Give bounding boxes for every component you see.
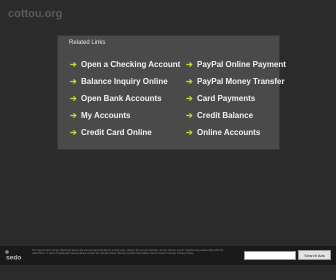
related-link-label: Open a Checking Account	[81, 60, 181, 69]
arrow-right-icon: ➔	[70, 60, 77, 69]
arrow-right-icon: ➔	[70, 128, 77, 137]
related-link-my-accounts[interactable]: ➔ My Accounts	[70, 107, 180, 124]
related-link-balance-inquiry-online[interactable]: ➔ Balance Inquiry Online	[70, 73, 180, 90]
related-link-label: Card Payments	[197, 94, 256, 103]
related-link-open-checking-account[interactable]: ➔ Open a Checking Account	[70, 56, 180, 73]
related-link-open-bank-accounts[interactable]: ➔ Open Bank Accounts	[70, 90, 180, 107]
related-link-paypal-money-transfer[interactable]: ➔ PayPal Money Transfer	[186, 73, 286, 90]
related-link-label: Credit Card Online	[81, 128, 152, 137]
sedo-logo-text: sedo	[6, 255, 21, 262]
arrow-right-icon: ➔	[70, 111, 77, 120]
footer-disclaimer: The Sponsored Listings displayed above a…	[32, 249, 224, 256]
site-title: cottou.org	[8, 8, 63, 20]
related-link-online-accounts[interactable]: ➔ Online Accounts	[186, 124, 286, 141]
arrow-right-icon: ➔	[186, 94, 193, 103]
related-links-panel: Related Links ➔ Open a Checking Account …	[57, 35, 286, 150]
arrow-right-icon: ➔	[70, 94, 77, 103]
search-ads-button[interactable]: Search Ads	[298, 250, 331, 260]
related-link-label: Open Bank Accounts	[81, 94, 162, 103]
related-link-label: Online Accounts	[197, 128, 261, 137]
related-link-credit-card-online[interactable]: ➔ Credit Card Online	[70, 124, 180, 141]
arrow-right-icon: ➔	[186, 111, 193, 120]
related-link-paypal-online-payment[interactable]: ➔ PayPal Online Payment	[186, 56, 286, 73]
search-input[interactable]	[244, 251, 296, 260]
related-link-credit-balance[interactable]: ➔ Credit Balance	[186, 107, 286, 124]
related-links-right-column: ➔ PayPal Online Payment ➔ PayPal Money T…	[186, 56, 286, 141]
arrow-right-icon: ➔	[186, 60, 193, 69]
related-link-label: My Accounts	[81, 111, 131, 120]
related-link-card-payments[interactable]: ➔ Card Payments	[186, 90, 286, 107]
related-link-label: Credit Balance	[197, 111, 254, 120]
related-link-label: PayPal Online Payment	[197, 60, 286, 69]
related-links-left-column: ➔ Open a Checking Account ➔ Balance Inqu…	[70, 56, 180, 141]
parked-domain-page: cottou.org Related Links ➔ Open a Checki…	[0, 0, 336, 280]
related-links-heading: Related Links	[69, 40, 106, 46]
arrow-right-icon: ➔	[186, 128, 193, 137]
related-link-label: PayPal Money Transfer	[197, 77, 285, 86]
footer-bar: sedo The Sponsored Listings displayed ab…	[0, 246, 336, 265]
related-link-label: Balance Inquiry Online	[81, 77, 168, 86]
sedo-logo: sedo	[5, 250, 21, 262]
arrow-right-icon: ➔	[186, 77, 193, 86]
arrow-right-icon: ➔	[70, 77, 77, 86]
